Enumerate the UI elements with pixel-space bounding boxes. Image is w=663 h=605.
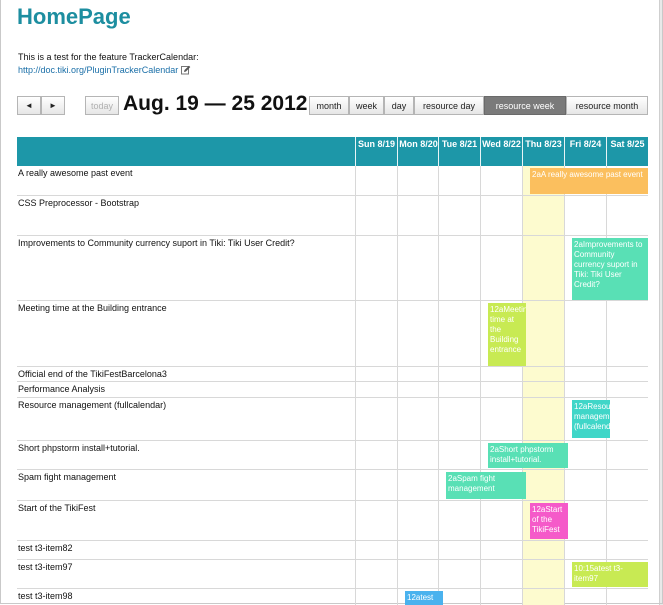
resource-row: Official end of the TikiFestBarcelona3	[17, 367, 648, 382]
resource-label: test t3-item97	[18, 562, 73, 572]
resource-label: Short phpstorm install+tutorial.	[18, 443, 140, 453]
resource-row: test t3-item82	[17, 541, 648, 560]
resource-label: A really awesome past event	[18, 168, 133, 178]
calendar-event[interactable]: 10:15atest t3-item97	[572, 562, 648, 587]
calendar-event[interactable]: 2aA really awesome past event	[530, 168, 648, 194]
resource-label: Meeting time at the Building entrance	[18, 303, 167, 313]
view-resource-month-button[interactable]: resource month	[566, 96, 648, 115]
resource-label: Resource management (fullcalendar)	[18, 400, 167, 410]
grid-header: Sun 8/19 Mon 8/20 Tue 8/21 Wed 8/22 Thu 8/23…	[17, 137, 648, 166]
plugin-doc-link[interactable]: http://doc.tiki.org/PluginTrackerCalenda…	[18, 65, 191, 75]
triangle-right-icon: ►	[49, 101, 57, 110]
day-column-line	[397, 166, 398, 605]
plugin-doc-link-text[interactable]: http://doc.tiki.org/PluginTrackerCalenda…	[18, 65, 178, 75]
date-range-title: Aug. 19 — 25 2012	[123, 92, 308, 115]
calendar-event[interactable]: 12aResource management (fullcalendar)	[572, 400, 610, 438]
calendar-event[interactable]: 12atest	[405, 591, 443, 605]
calendar-event[interactable]: 2aImprovements to Community currency sup…	[572, 238, 648, 300]
resource-row: Spam fight management	[17, 470, 648, 501]
triangle-left-icon: ◄	[25, 101, 33, 110]
pencil-edit-icon[interactable]	[181, 65, 191, 75]
next-button[interactable]: ►	[41, 96, 65, 115]
day-header: Fri 8/24	[564, 137, 606, 166]
resource-week-grid: Sun 8/19 Mon 8/20 Tue 8/21 Wed 8/22 Thu 8/23…	[17, 137, 648, 605]
resource-row: Performance Analysis	[17, 382, 648, 398]
resource-label: test t3-item98	[18, 591, 73, 601]
day-column-line	[480, 166, 481, 605]
day-column-line	[355, 166, 356, 605]
view-month-button[interactable]: month	[309, 96, 349, 115]
resource-label: Spam fight management	[18, 472, 117, 482]
resource-row: Improvements to Community currency supor…	[17, 236, 648, 301]
resource-row: test t3-item97	[17, 560, 648, 589]
today-button[interactable]: today	[85, 96, 119, 115]
resource-label: Performance Analysis	[18, 384, 106, 394]
day-header: Wed 8/22	[480, 137, 522, 166]
view-week-button[interactable]: week	[349, 96, 384, 115]
calendar-event[interactable]: 12aStart of the TikiFest	[530, 503, 568, 539]
day-header: Mon 8/20	[397, 137, 439, 166]
day-column-line	[564, 166, 565, 605]
calendar-event[interactable]: 12aMeeting time at the Building entrance	[488, 303, 526, 366]
resource-label: test t3-item82	[18, 543, 73, 553]
day-column-line	[522, 166, 523, 605]
prev-button[interactable]: ◄	[17, 96, 41, 115]
calendar-event[interactable]: 2aSpam fight management	[446, 472, 526, 499]
calendar-event[interactable]: 2aShort phpstorm install+tutorial.	[488, 443, 568, 468]
resource-row: test t3-item98	[17, 589, 648, 605]
day-column-line	[438, 166, 439, 605]
resource-label: CSS Preprocessor - Bootstrap	[18, 198, 140, 208]
view-resource-week-button[interactable]: resource week	[484, 96, 566, 115]
day-header: Thu 8/23	[522, 137, 564, 166]
view-resource-day-button[interactable]: resource day	[414, 96, 484, 115]
day-column-line	[606, 166, 607, 605]
page-title: HomePage	[17, 4, 131, 29]
resource-row: Resource management (fullcalendar)	[17, 398, 648, 441]
resource-row: Meeting time at the Building entrance	[17, 301, 648, 367]
resource-label: Improvements to Community currency supor…	[18, 238, 295, 248]
day-header: Sat 8/25	[606, 137, 648, 166]
day-header: Tue 8/21	[438, 137, 480, 166]
page-description: This is a test for the feature TrackerCa…	[18, 52, 199, 62]
resource-label: Start of the TikiFest	[18, 503, 96, 513]
view-day-button[interactable]: day	[384, 96, 414, 115]
day-header: Sun 8/19	[355, 137, 397, 166]
resource-label: Official end of the TikiFestBarcelona3	[18, 369, 167, 379]
resource-row: CSS Preprocessor - Bootstrap	[17, 196, 648, 236]
